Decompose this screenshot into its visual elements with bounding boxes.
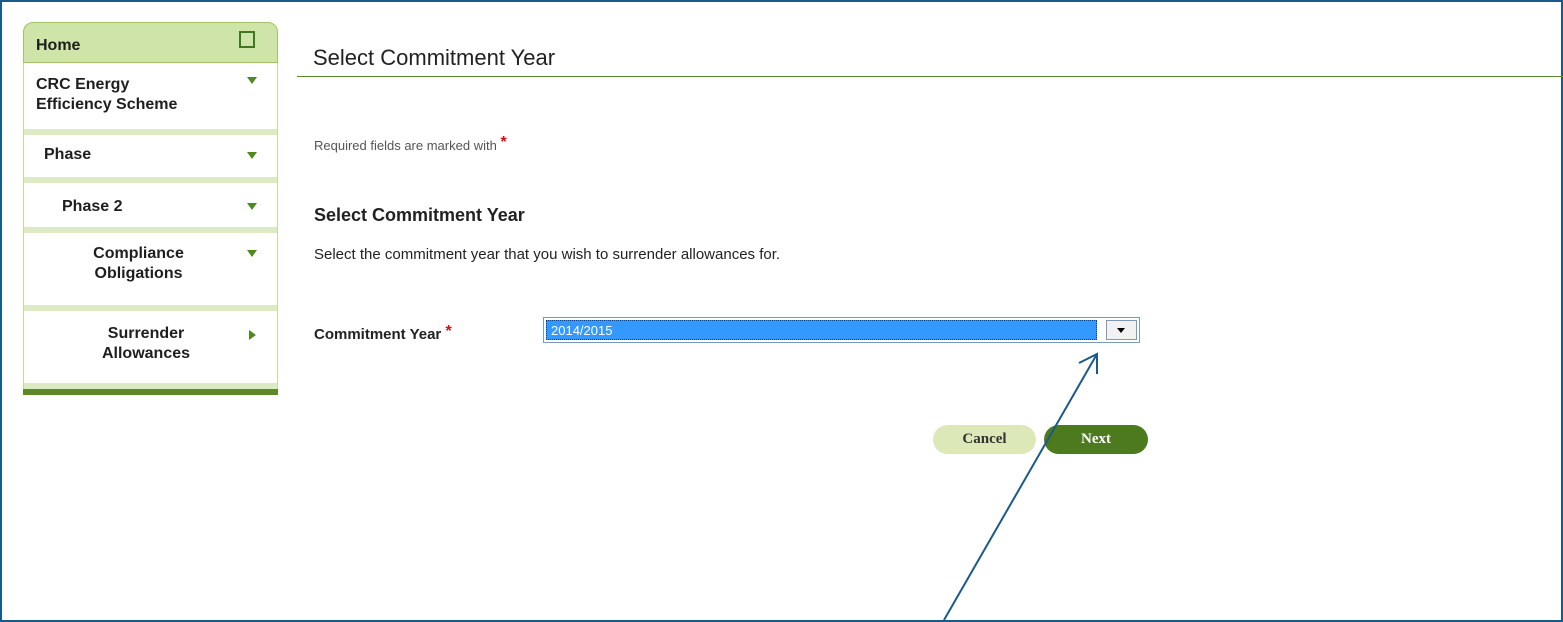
annotation-arrow [943,352,1098,621]
annotation-arrow-line [943,353,1098,621]
